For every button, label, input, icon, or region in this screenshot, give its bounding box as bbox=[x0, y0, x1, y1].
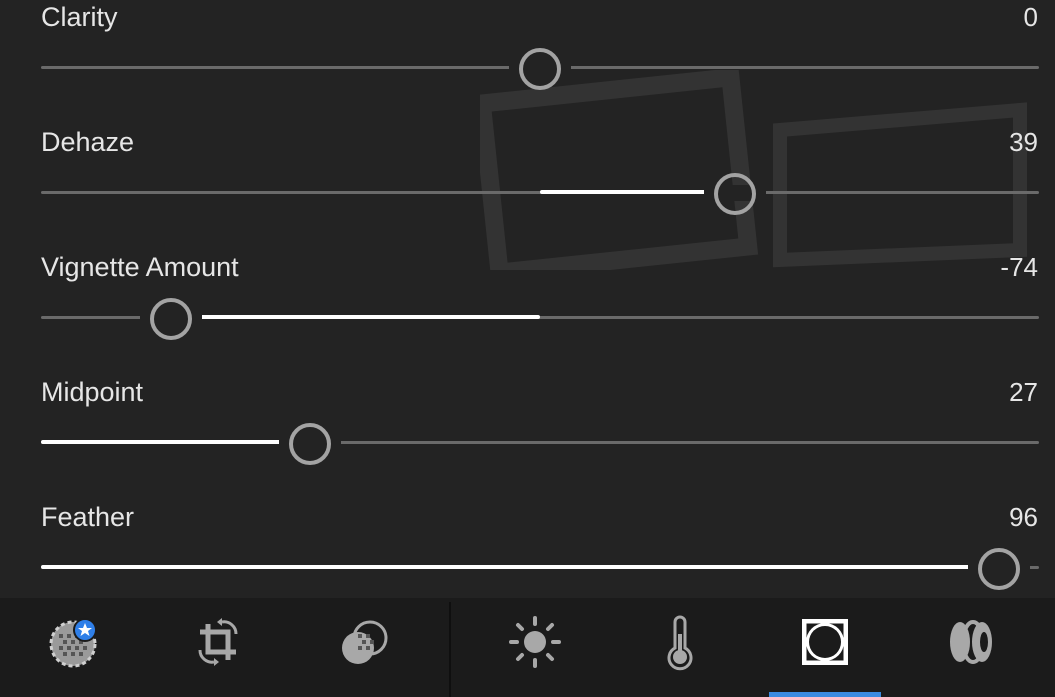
active-tool-indicator bbox=[769, 692, 881, 697]
slider-row-clarity: Clarity 0 bbox=[0, 0, 1055, 125]
slider-row-midpoint: Midpoint 27 bbox=[0, 375, 1055, 500]
clarity-slider[interactable] bbox=[41, 46, 1039, 90]
adjustment-sliders-panel: Clarity 0 Dehaze 39 Vignette Amount -74 bbox=[0, 0, 1055, 598]
slider-row-dehaze: Dehaze 39 bbox=[0, 125, 1055, 250]
slider-label: Dehaze bbox=[41, 127, 135, 157]
slider-label: Feather bbox=[41, 502, 135, 532]
editor-panel: Clarity 0 Dehaze 39 Vignette Amount -74 bbox=[0, 0, 1055, 697]
slider-row-vignette-amount: Vignette Amount -74 bbox=[0, 250, 1055, 375]
slider-thumb[interactable] bbox=[289, 423, 332, 465]
toolbar-divider bbox=[449, 602, 451, 697]
crop-rotate-icon bbox=[198, 618, 238, 666]
bottom-toolbar bbox=[0, 598, 1055, 697]
slider-thumb[interactable] bbox=[713, 173, 756, 215]
slider-thumb[interactable] bbox=[149, 298, 192, 340]
slider-thumb[interactable] bbox=[519, 48, 561, 90]
color-temperature-icon bbox=[667, 615, 693, 671]
slider-value[interactable]: 27 bbox=[1009, 375, 1038, 409]
vignette-amount-slider[interactable] bbox=[41, 296, 1039, 340]
slider-label: Vignette Amount bbox=[41, 252, 239, 282]
slider-label: Midpoint bbox=[41, 377, 144, 407]
color-button[interactable] bbox=[650, 612, 710, 672]
effects-vignette-icon bbox=[802, 619, 848, 665]
presets-icon bbox=[49, 618, 97, 668]
star-badge-icon bbox=[73, 618, 97, 642]
crop-rotate-button[interactable] bbox=[188, 612, 248, 672]
dehaze-slider[interactable] bbox=[41, 171, 1039, 215]
selective-mask-icon bbox=[342, 620, 388, 664]
feather-slider[interactable] bbox=[41, 546, 1039, 590]
slider-fill bbox=[41, 565, 1000, 569]
slider-value[interactable]: 0 bbox=[1024, 0, 1038, 34]
light-button[interactable] bbox=[505, 612, 565, 672]
slider-fill bbox=[41, 440, 311, 444]
slider-value[interactable]: 96 bbox=[1009, 500, 1038, 534]
slider-value[interactable]: 39 bbox=[1009, 125, 1038, 159]
midpoint-slider[interactable] bbox=[41, 421, 1039, 465]
slider-fill bbox=[170, 315, 540, 319]
effects-button[interactable] bbox=[795, 612, 855, 672]
slider-label: Clarity bbox=[41, 2, 118, 32]
optics-button[interactable] bbox=[940, 612, 1000, 672]
selective-mask-button[interactable] bbox=[334, 612, 394, 672]
slider-thumb[interactable] bbox=[978, 548, 1021, 590]
presets-button[interactable] bbox=[43, 612, 103, 672]
optics-icon bbox=[950, 620, 992, 664]
slider-value[interactable]: -74 bbox=[1000, 250, 1038, 284]
light-icon bbox=[509, 616, 561, 668]
